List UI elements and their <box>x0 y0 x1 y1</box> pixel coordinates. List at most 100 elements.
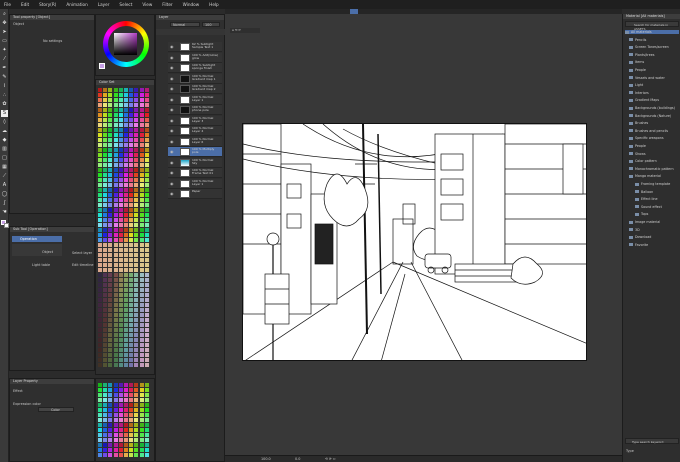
color-swatch[interactable] <box>124 248 128 252</box>
material-folder[interactable]: All materials <box>625 30 679 34</box>
color-swatch[interactable] <box>144 333 149 337</box>
color-swatch[interactable] <box>103 448 108 452</box>
color-swatch[interactable] <box>103 363 108 367</box>
color-swatch[interactable] <box>139 298 144 302</box>
color-swatch[interactable] <box>103 343 108 347</box>
color-swatch[interactable] <box>103 408 108 412</box>
color-swatch[interactable] <box>118 303 123 307</box>
color-swatch[interactable] <box>113 403 118 407</box>
color-swatch[interactable] <box>144 158 149 162</box>
operation-tool-icon[interactable]: ➤ <box>1 29 8 36</box>
color-swatch[interactable] <box>103 273 108 277</box>
color-swatch[interactable] <box>134 303 139 307</box>
color-swatch[interactable] <box>124 123 128 127</box>
color-swatch[interactable] <box>118 293 123 297</box>
color-swatch[interactable] <box>113 173 118 177</box>
color-swatch[interactable] <box>113 448 118 452</box>
color-swatch[interactable] <box>103 183 108 187</box>
color-swatch[interactable] <box>139 293 144 297</box>
visibility-eye-icon[interactable]: ◉ <box>170 55 175 60</box>
color-swatch[interactable] <box>124 103 128 107</box>
color-swatch[interactable] <box>113 273 118 277</box>
color-swatch[interactable] <box>144 418 149 422</box>
color-swatch[interactable] <box>124 113 128 117</box>
color-swatch[interactable] <box>98 403 102 407</box>
color-swatch[interactable] <box>139 198 144 202</box>
color-swatch[interactable] <box>103 263 108 267</box>
color-swatch[interactable] <box>124 213 128 217</box>
color-swatch[interactable] <box>124 303 128 307</box>
color-swatch[interactable] <box>103 443 108 447</box>
color-swatch[interactable] <box>134 438 139 442</box>
color-swatch[interactable] <box>113 93 118 97</box>
color-swatch[interactable] <box>108 333 113 337</box>
color-swatch[interactable] <box>113 118 118 122</box>
color-swatch[interactable] <box>144 103 149 107</box>
color-swatch[interactable] <box>144 303 149 307</box>
color-swatch[interactable] <box>118 98 123 102</box>
color-swatch[interactable] <box>103 288 108 292</box>
color-swatch[interactable] <box>103 128 108 132</box>
color-swatch[interactable] <box>113 183 118 187</box>
color-swatch[interactable] <box>129 198 134 202</box>
move-tool-icon[interactable]: ✥ <box>1 20 8 27</box>
color-swatch[interactable] <box>144 393 149 397</box>
color-swatch[interactable] <box>103 293 108 297</box>
color-swatch[interactable] <box>134 158 139 162</box>
color-swatch[interactable] <box>108 338 113 342</box>
color-swatch[interactable] <box>144 258 149 262</box>
color-swatch[interactable] <box>113 143 118 147</box>
material-folder[interactable]: Backgrounds (Nature) <box>629 114 671 118</box>
color-swatch[interactable] <box>108 118 113 122</box>
color-swatch[interactable] <box>124 343 128 347</box>
color-swatch[interactable] <box>134 223 139 227</box>
color-swatch[interactable] <box>113 88 118 92</box>
material-folder[interactable]: Specific weapons <box>629 136 664 140</box>
color-swatch[interactable] <box>134 218 139 222</box>
color-swatch[interactable] <box>108 138 113 142</box>
color-swatch[interactable] <box>124 203 128 207</box>
color-swatch[interactable] <box>124 423 128 427</box>
color-swatch[interactable] <box>108 238 113 242</box>
color-swatch[interactable] <box>113 268 118 272</box>
color-swatch[interactable] <box>108 353 113 357</box>
zoom-value[interactable]: 100.0 <box>261 457 271 461</box>
color-swatch[interactable] <box>108 168 113 172</box>
color-swatch[interactable] <box>98 388 102 392</box>
color-swatch[interactable] <box>124 273 128 277</box>
color-swatch[interactable] <box>139 133 144 137</box>
color-swatch[interactable] <box>144 98 149 102</box>
color-swatch[interactable] <box>103 283 108 287</box>
color-swatch[interactable] <box>103 123 108 127</box>
color-swatch[interactable] <box>113 313 118 317</box>
color-swatch[interactable] <box>108 388 113 392</box>
color-swatch[interactable] <box>103 298 108 302</box>
color-swatch[interactable] <box>134 193 139 197</box>
color-swatch[interactable] <box>124 263 128 267</box>
color-swatch[interactable] <box>108 323 113 327</box>
layer-row[interactable]: ◉ 100 % Multiply pole <box>168 147 222 157</box>
color-swatch[interactable] <box>108 418 113 422</box>
material-folder[interactable]: Gradient Maps <box>629 98 659 102</box>
color-swatch[interactable] <box>124 188 128 192</box>
color-swatch[interactable] <box>108 218 113 222</box>
color-swatch[interactable] <box>129 303 134 307</box>
material-folder[interactable]: Effect line <box>635 197 658 201</box>
color-swatch[interactable] <box>129 203 134 207</box>
color-swatch[interactable] <box>124 253 128 257</box>
color-swatch[interactable] <box>139 213 144 217</box>
color-swatch[interactable] <box>108 203 113 207</box>
color-swatch[interactable] <box>113 333 118 337</box>
color-swatch[interactable] <box>103 88 108 92</box>
color-swatch[interactable] <box>134 93 139 97</box>
color-swatch[interactable] <box>98 188 102 192</box>
color-swatch[interactable] <box>98 143 102 147</box>
visibility-eye-icon[interactable]: ◉ <box>170 66 175 70</box>
color-swatch[interactable] <box>113 393 118 397</box>
color-swatch[interactable] <box>139 343 144 347</box>
color-swatch[interactable] <box>134 403 139 407</box>
color-swatch[interactable] <box>124 278 128 282</box>
color-swatch[interactable] <box>139 188 144 192</box>
color-swatch[interactable] <box>108 293 113 297</box>
color-swatch[interactable] <box>113 398 118 402</box>
